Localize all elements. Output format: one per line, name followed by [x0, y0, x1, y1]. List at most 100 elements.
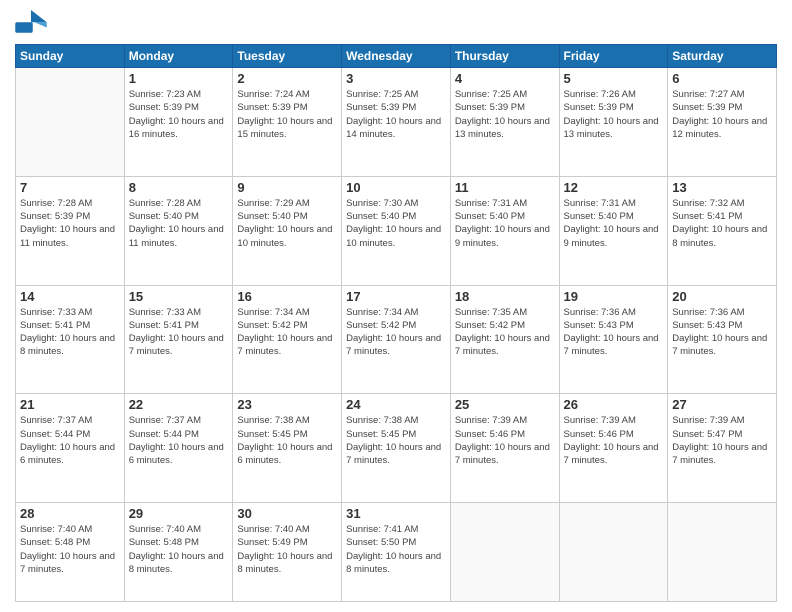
- calendar-day-cell: 26Sunrise: 7:39 AMSunset: 5:46 PMDayligh…: [559, 394, 668, 503]
- day-info: Sunrise: 7:40 AMSunset: 5:48 PMDaylight:…: [129, 523, 229, 576]
- day-info: Sunrise: 7:28 AMSunset: 5:40 PMDaylight:…: [129, 197, 229, 250]
- day-number: 31: [346, 506, 446, 521]
- calendar-day-cell: 28 Sunrise: 7:40 AMSunset: 5:48 PMDayligh…: [16, 503, 125, 602]
- day-info: Sunrise: 7:36 AMSunset: 5:43 PMDaylight:…: [672, 306, 772, 359]
- calendar-day-cell: 10 Sunrise: 7:30 AMSunset: 5:40 PMDayligh…: [342, 176, 451, 285]
- day-number: 16: [237, 289, 337, 304]
- page: SundayMondayTuesdayWednesdayThursdayFrid…: [0, 0, 792, 612]
- day-number: 10: [346, 180, 446, 195]
- calendar-day-cell: 15 Sunrise: 7:33 AMSunset: 5:41 PMDayligh…: [124, 285, 233, 394]
- calendar-day-cell: 30 Sunrise: 7:40 AMSunset: 5:49 PMDayligh…: [233, 503, 342, 602]
- day-number: 13: [672, 180, 772, 195]
- calendar-day-cell: 3 Sunrise: 7:25 AMSunset: 5:39 PMDaylight…: [342, 68, 451, 177]
- day-number: 20: [672, 289, 772, 304]
- day-number: 5: [564, 71, 664, 86]
- calendar-week-row: 14 Sunrise: 7:33 AMSunset: 5:41 PMDayligh…: [16, 285, 777, 394]
- calendar-day-cell: 20 Sunrise: 7:36 AMSunset: 5:43 PMDayligh…: [668, 285, 777, 394]
- day-info: Sunrise: 7:28 AMSunset: 5:39 PMDaylight:…: [20, 197, 120, 250]
- weekday-header: Saturday: [668, 45, 777, 68]
- calendar-day-cell: 2 Sunrise: 7:24 AMSunset: 5:39 PMDaylight…: [233, 68, 342, 177]
- day-info: Sunrise: 7:37 AMSunset: 5:44 PMDaylight:…: [129, 414, 229, 467]
- weekday-header: Friday: [559, 45, 668, 68]
- day-number: 25: [455, 397, 555, 412]
- calendar-day-cell: 11 Sunrise: 7:31 AMSunset: 5:40 PMDayligh…: [450, 176, 559, 285]
- day-info: Sunrise: 7:23 AMSunset: 5:39 PMDaylight:…: [129, 88, 229, 141]
- day-number: 14: [20, 289, 120, 304]
- calendar-table: SundayMondayTuesdayWednesdayThursdayFrid…: [15, 44, 777, 602]
- calendar-day-cell: 1Sunrise: 7:23 AMSunset: 5:39 PMDaylight…: [124, 68, 233, 177]
- day-number: 4: [455, 71, 555, 86]
- day-info: Sunrise: 7:32 AMSunset: 5:41 PMDaylight:…: [672, 197, 772, 250]
- day-info: Sunrise: 7:25 AMSunset: 5:39 PMDaylight:…: [455, 88, 555, 141]
- day-number: 6: [672, 71, 772, 86]
- day-info: Sunrise: 7:40 AMSunset: 5:49 PMDaylight:…: [237, 523, 337, 576]
- day-info: Sunrise: 7:31 AMSunset: 5:40 PMDaylight:…: [564, 197, 664, 250]
- day-number: 28: [20, 506, 120, 521]
- day-number: 29: [129, 506, 229, 521]
- day-number: 21: [20, 397, 120, 412]
- calendar-day-cell: 16 Sunrise: 7:34 AMSunset: 5:42 PMDayligh…: [233, 285, 342, 394]
- day-info: Sunrise: 7:33 AMSunset: 5:41 PMDaylight:…: [20, 306, 120, 359]
- weekday-header: Sunday: [16, 45, 125, 68]
- calendar-day-cell: 25 Sunrise: 7:39 AMSunset: 5:46 PMDayligh…: [450, 394, 559, 503]
- day-number: 17: [346, 289, 446, 304]
- day-info: Sunrise: 7:38 AMSunset: 5:45 PMDaylight:…: [346, 414, 446, 467]
- day-info: Sunrise: 7:40 AMSunset: 5:48 PMDaylight:…: [20, 523, 120, 576]
- day-number: 19: [564, 289, 664, 304]
- day-info: Sunrise: 7:27 AMSunset: 5:39 PMDaylight:…: [672, 88, 772, 141]
- calendar-day-cell: 18Sunrise: 7:35 AMSunset: 5:42 PMDayligh…: [450, 285, 559, 394]
- day-number: 27: [672, 397, 772, 412]
- day-number: 3: [346, 71, 446, 86]
- day-info: Sunrise: 7:26 AMSunset: 5:39 PMDaylight:…: [564, 88, 664, 141]
- day-info: Sunrise: 7:31 AMSunset: 5:40 PMDaylight:…: [455, 197, 555, 250]
- day-info: Sunrise: 7:35 AMSunset: 5:42 PMDaylight:…: [455, 306, 555, 359]
- calendar-day-cell: 14 Sunrise: 7:33 AMSunset: 5:41 PMDayligh…: [16, 285, 125, 394]
- day-number: 11: [455, 180, 555, 195]
- day-info: Sunrise: 7:39 AMSunset: 5:47 PMDaylight:…: [672, 414, 772, 467]
- day-info: Sunrise: 7:29 AMSunset: 5:40 PMDaylight:…: [237, 197, 337, 250]
- day-number: 9: [237, 180, 337, 195]
- calendar-day-cell: 9 Sunrise: 7:29 AMSunset: 5:40 PMDaylight…: [233, 176, 342, 285]
- calendar-day-cell: 5 Sunrise: 7:26 AMSunset: 5:39 PMDaylight…: [559, 68, 668, 177]
- day-number: 2: [237, 71, 337, 86]
- logo: [15, 10, 51, 38]
- weekday-header: Thursday: [450, 45, 559, 68]
- calendar-day-cell: 21 Sunrise: 7:37 AMSunset: 5:44 PMDayligh…: [16, 394, 125, 503]
- day-info: Sunrise: 7:25 AMSunset: 5:39 PMDaylight:…: [346, 88, 446, 141]
- day-number: 12: [564, 180, 664, 195]
- calendar-week-row: 7 Sunrise: 7:28 AMSunset: 5:39 PMDaylight…: [16, 176, 777, 285]
- weekday-header: Wednesday: [342, 45, 451, 68]
- calendar-day-cell: 13 Sunrise: 7:32 AMSunset: 5:41 PMDayligh…: [668, 176, 777, 285]
- calendar-week-row: 28 Sunrise: 7:40 AMSunset: 5:48 PMDayligh…: [16, 503, 777, 602]
- calendar-day-cell: 12 Sunrise: 7:31 AMSunset: 5:40 PMDayligh…: [559, 176, 668, 285]
- day-info: Sunrise: 7:34 AMSunset: 5:42 PMDaylight:…: [237, 306, 337, 359]
- day-number: 30: [237, 506, 337, 521]
- day-info: Sunrise: 7:24 AMSunset: 5:39 PMDaylight:…: [237, 88, 337, 141]
- day-info: Sunrise: 7:38 AMSunset: 5:45 PMDaylight:…: [237, 414, 337, 467]
- day-number: 22: [129, 397, 229, 412]
- calendar-day-cell: 27 Sunrise: 7:39 AMSunset: 5:47 PMDayligh…: [668, 394, 777, 503]
- day-number: 7: [20, 180, 120, 195]
- day-info: Sunrise: 7:39 AMSunset: 5:46 PMDaylight:…: [455, 414, 555, 467]
- header: [15, 10, 777, 38]
- day-info: Sunrise: 7:37 AMSunset: 5:44 PMDaylight:…: [20, 414, 120, 467]
- day-info: Sunrise: 7:30 AMSunset: 5:40 PMDaylight:…: [346, 197, 446, 250]
- calendar-day-cell: [16, 68, 125, 177]
- weekday-header: Tuesday: [233, 45, 342, 68]
- day-number: 26: [564, 397, 664, 412]
- calendar-day-cell: 7 Sunrise: 7:28 AMSunset: 5:39 PMDaylight…: [16, 176, 125, 285]
- day-info: Sunrise: 7:34 AMSunset: 5:42 PMDaylight:…: [346, 306, 446, 359]
- calendar-day-cell: 4 Sunrise: 7:25 AMSunset: 5:39 PMDaylight…: [450, 68, 559, 177]
- calendar-day-cell: 29 Sunrise: 7:40 AMSunset: 5:48 PMDayligh…: [124, 503, 233, 602]
- calendar-day-cell: 19Sunrise: 7:36 AMSunset: 5:43 PMDayligh…: [559, 285, 668, 394]
- weekday-header: Monday: [124, 45, 233, 68]
- calendar-day-cell: 8 Sunrise: 7:28 AMSunset: 5:40 PMDaylight…: [124, 176, 233, 285]
- day-info: Sunrise: 7:33 AMSunset: 5:41 PMDaylight:…: [129, 306, 229, 359]
- day-number: 8: [129, 180, 229, 195]
- calendar-day-cell: [450, 503, 559, 602]
- logo-icon: [15, 10, 47, 38]
- calendar-day-cell: 6 Sunrise: 7:27 AMSunset: 5:39 PMDaylight…: [668, 68, 777, 177]
- weekday-header-row: SundayMondayTuesdayWednesdayThursdayFrid…: [16, 45, 777, 68]
- day-number: 15: [129, 289, 229, 304]
- day-info: Sunrise: 7:41 AMSunset: 5:50 PMDaylight:…: [346, 523, 446, 576]
